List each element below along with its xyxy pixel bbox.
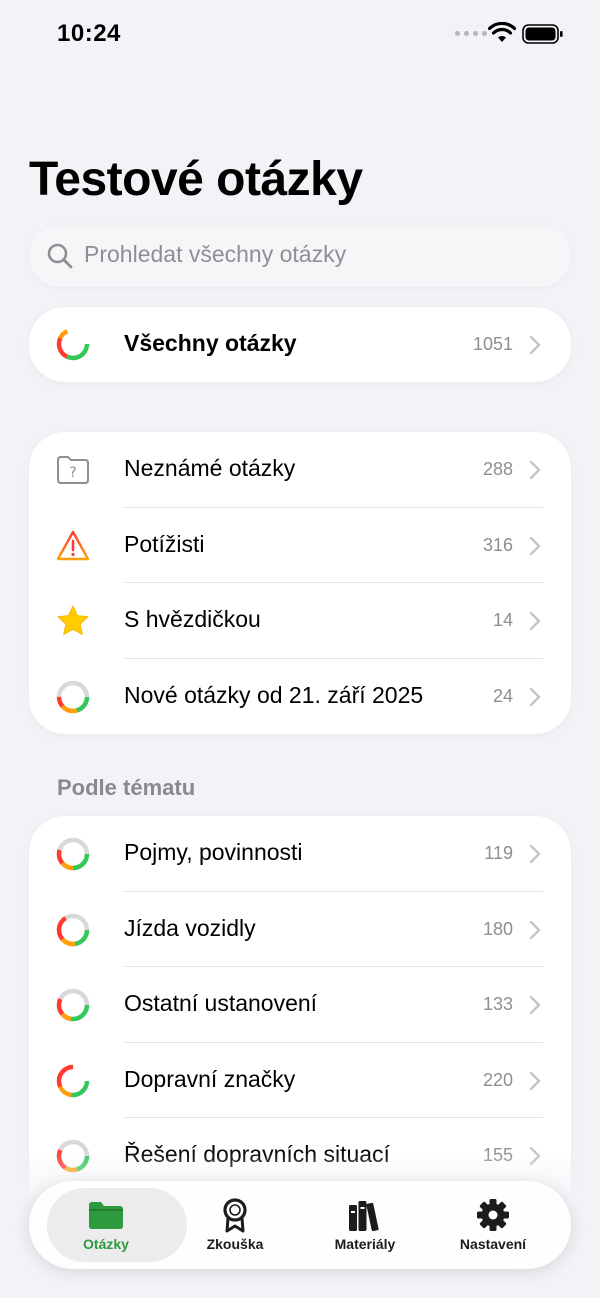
chevron-right-icon <box>529 995 541 1015</box>
progress-ring-icon <box>56 913 90 946</box>
tab-settings[interactable]: Nastavení <box>428 1181 558 1269</box>
status-bar: 10:24 <box>0 0 600 70</box>
unknown-folder-icon: ? <box>57 456 89 484</box>
topic-label: Ostatní ustanovení <box>124 990 318 1016</box>
list-item-new[interactable]: Nové otázky od 21. září 2025 24 <box>29 659 571 735</box>
chevron-right-icon <box>529 1071 541 1090</box>
progress-ring-icon <box>56 680 90 713</box>
award-icon <box>223 1198 247 1233</box>
chevron-right-icon <box>529 335 541 355</box>
topic-row[interactable]: Jízda vozidly 180 <box>29 892 571 967</box>
warning-icon <box>56 530 90 560</box>
tab-bar: Otázky Zkouška Materiály Nastavení <box>29 1181 571 1269</box>
list-item-unknown[interactable]: ? Neznámé otázky 288 <box>29 432 571 508</box>
topic-row[interactable]: Pojmy, povinnosti 119 <box>29 816 571 892</box>
chevron-right-icon <box>529 611 541 631</box>
search-placeholder: Prohledat všechny otázky <box>84 241 347 267</box>
topic-label: Pojmy, povinnosti <box>124 839 303 865</box>
star-icon <box>57 605 89 635</box>
list-item-label: Neznámé otázky <box>124 455 296 481</box>
tab-label: Materiály <box>334 1236 396 1252</box>
battery-icon <box>522 24 563 44</box>
folder-icon <box>89 1202 123 1229</box>
topic-count: 180 <box>482 918 513 939</box>
screen: 10:24 Testové otázky Prohledat všechny o… <box>0 0 600 1298</box>
list-item-label: Nové otázky od 21. září 2025 <box>124 681 424 708</box>
list-item-count: 316 <box>482 534 513 555</box>
status-time: 10:24 <box>57 20 121 47</box>
progress-ring-icon <box>56 837 90 871</box>
tab-materials[interactable]: Materiály <box>300 1181 430 1269</box>
section-header-topics: Podle tématu <box>57 775 196 800</box>
all-questions-card[interactable]: Všechny otázky 1051 <box>29 307 571 382</box>
topic-row[interactable]: Dopravní značky 220 <box>29 1043 571 1118</box>
list-item-count: 24 <box>492 685 513 706</box>
books-icon <box>349 1201 379 1232</box>
topic-label: Dopravní značky <box>124 1065 296 1092</box>
all-questions-label: Všechny otázky <box>124 330 297 356</box>
list-item-count: 14 <box>492 610 513 630</box>
topic-count: 133 <box>482 994 513 1014</box>
chevron-right-icon <box>529 687 541 706</box>
list-item-starred[interactable]: S hvězdičkou 14 <box>29 583 571 659</box>
list-item-label: S hvězdičkou <box>124 606 261 632</box>
topic-count: 119 <box>484 843 513 863</box>
list-item-difficult[interactable]: Potížisti 316 <box>29 508 571 583</box>
tab-exam[interactable]: Zkouška <box>170 1181 300 1269</box>
tab-label: Nastavení <box>459 1236 527 1252</box>
topic-row[interactable]: Ostatní ustanovení 133 <box>29 967 571 1043</box>
tab-label: Otázky <box>83 1236 129 1252</box>
list-item-count: 288 <box>482 459 513 479</box>
tab-label: Zkouška <box>206 1236 264 1252</box>
topic-label: Jízda vozidly <box>124 914 256 941</box>
progress-ring-icon <box>56 327 90 361</box>
progress-ring-icon <box>56 988 90 1022</box>
chevron-right-icon <box>529 536 541 555</box>
tab-questions[interactable]: Otázky <box>41 1181 187 1269</box>
all-questions-row[interactable]: Všechny otázky 1051 <box>29 307 571 382</box>
svg-text:?: ? <box>69 465 76 481</box>
progress-ring-icon <box>56 1064 90 1097</box>
list-item-label: Potížisti <box>124 530 205 557</box>
page-title: Testové otázky <box>29 153 363 206</box>
quick-lists-card: ? Neznámé otázky 288 Potížisti 316 S hvě… <box>29 432 571 734</box>
chevron-right-icon <box>529 920 541 939</box>
gear-icon <box>477 1199 509 1231</box>
topic-count: 220 <box>482 1069 513 1090</box>
all-questions-count: 1051 <box>472 334 513 354</box>
chevron-right-icon <box>529 460 541 480</box>
cellular-signal-icon <box>455 31 487 36</box>
wifi-icon <box>488 22 516 42</box>
chevron-right-icon <box>529 844 541 864</box>
search-icon <box>47 243 73 269</box>
